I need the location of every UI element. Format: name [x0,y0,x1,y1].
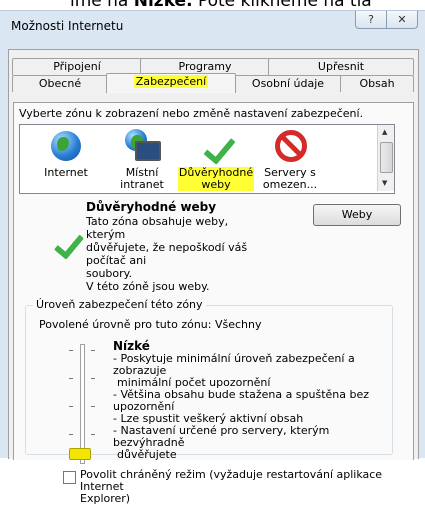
scroll-up-icon[interactable]: ▲ [382,128,387,136]
internet-options-window: Možnosti Internetu ? ✕ Připojení Program… [0,10,425,505]
window-title: Možnosti Internetu [11,19,124,33]
close-icon: ✕ [397,13,407,26]
tab-obsah[interactable]: Obsah [340,75,414,92]
trusted-check-icon [203,131,236,165]
tab-zabezpeceni[interactable]: Zabezpečení [106,73,236,93]
protected-mode-label: Povolit chráněný režim (vyžaduje restart… [80,468,383,505]
zone-list: Internet Místní intranet Důvěryhodné web… [19,124,395,194]
zone-restricted[interactable]: Servery s omezen... [252,127,328,191]
restricted-icon [275,130,307,162]
sites-button[interactable]: Weby [313,204,401,226]
help-icon: ? [368,13,374,26]
slider-thumb[interactable] [69,448,91,460]
security-level-slider[interactable] [69,340,99,465]
scroll-down-icon[interactable]: ▼ [382,179,387,187]
dialog-body: Připojení Programy Upřesnit Obecné Zabez… [8,49,419,505]
tab-upresnit[interactable]: Upřesnit [268,58,414,75]
security-level-description: - Poskytuje minimální úroveň zabezpečení… [113,352,370,461]
security-level-title: Úroveň zabezpečení této zóny [33,298,206,311]
zone-trusted-sites[interactable]: Důvěryhodné weby [178,127,254,191]
allowed-levels: Povolené úrovně pro tuto zónu: Všechny [39,318,262,331]
zone-instruction: Vyberte zónu k zobrazení nebo změně nast… [19,107,364,120]
close-button[interactable]: ✕ [386,11,418,29]
zone-intranet[interactable]: Místní intranet [104,127,180,191]
zone-internet[interactable]: Internet [28,127,104,179]
selected-zone-name: Důvěryhodné weby [86,200,217,214]
tab-obecne[interactable]: Obecné [12,75,108,92]
help-button[interactable]: ? [355,11,387,29]
tab-osobni-udaje[interactable]: Osobní údaje [234,75,342,92]
globe-icon [51,131,81,161]
selected-zone-icon [51,228,85,264]
zone-scrollbar[interactable]: ▲ ▼ [377,125,394,191]
security-level-name: Nízké [113,339,150,353]
intranet-icon [125,129,161,163]
selected-zone-description: Tato zóna obsahuje weby, kterým důvěřuje… [86,215,248,293]
scroll-thumb[interactable] [380,142,393,173]
protected-mode-checkbox[interactable] [63,471,76,484]
trusted-check-icon [53,228,85,260]
